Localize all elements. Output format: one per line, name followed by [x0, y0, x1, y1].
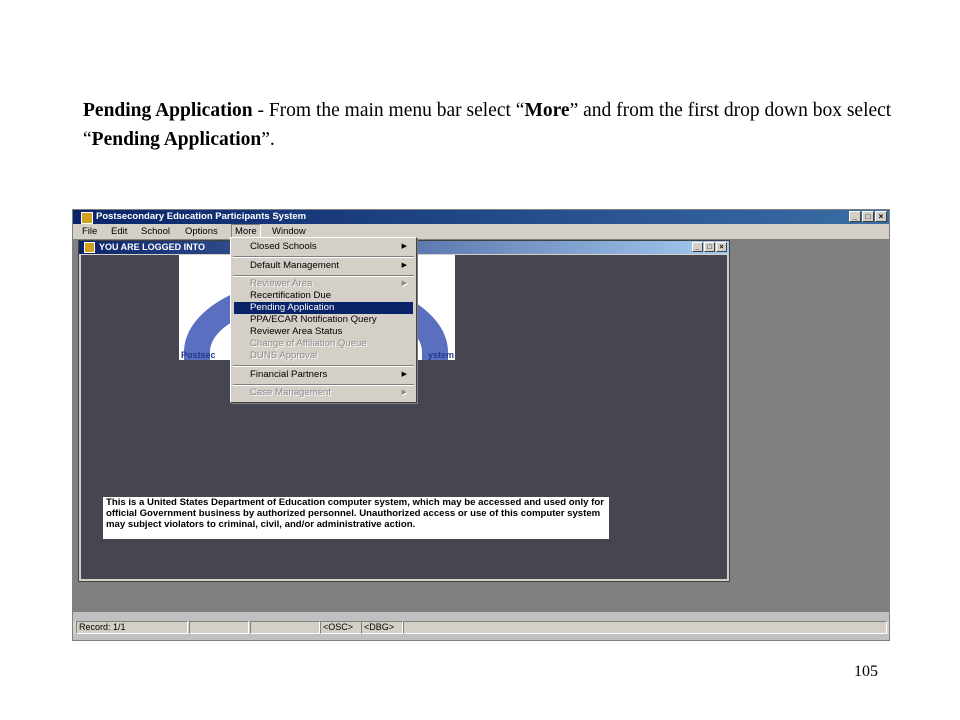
- menu-separator: [233, 256, 414, 258]
- menu-separator: [233, 275, 414, 277]
- submenu-arrow-icon: ▶: [401, 371, 407, 378]
- close-button[interactable]: ×: [875, 211, 887, 222]
- menu-item-reviewer-area: Reviewer Area ▶: [250, 278, 407, 289]
- instruction-heading: Pending Application: [83, 100, 253, 121]
- logo-text-right: ystem: [427, 350, 454, 360]
- logo-text-left: Postsec: [181, 350, 216, 360]
- menu-item-change-of-affiliation: Change of Affiliation Queue: [250, 338, 367, 349]
- status-dbg: <DBG>: [361, 621, 403, 634]
- page-number: 105: [854, 663, 878, 680]
- menu-item-financial-partners[interactable]: Financial Partners ▶: [234, 369, 413, 381]
- security-warning: This is a United States Department of Ed…: [103, 497, 609, 539]
- menu-item-recertification-due[interactable]: Recertification Due: [234, 290, 413, 302]
- instruction-more: More: [524, 100, 570, 121]
- menu-separator: [233, 365, 414, 367]
- menu-item-closed-schools[interactable]: Closed Schools ▶: [234, 241, 413, 253]
- submenu-arrow-icon: ▶: [401, 262, 407, 269]
- menu-item-ppa-ecar-query[interactable]: PPA/ECAR Notification Query: [234, 314, 413, 326]
- child-window-controls: _ □ ×: [692, 242, 727, 252]
- menu-bar: File Edit School Options More Window: [73, 224, 889, 239]
- status-cell-2: [189, 621, 249, 634]
- menu-item-reviewer-area-status[interactable]: Reviewer Area Status: [234, 326, 413, 338]
- window-controls: _ □ ×: [849, 211, 887, 223]
- status-osc: <OSC>: [320, 621, 362, 634]
- app-titlebar[interactable]: Postsecondary Education Participants Sys…: [73, 210, 889, 224]
- menu-item-case-management: Case Management ▶: [250, 387, 407, 398]
- instruction-text-1: - From the main menu bar select “: [252, 100, 525, 121]
- submenu-arrow-icon: ▶: [401, 389, 407, 396]
- menu-file[interactable]: File: [82, 224, 97, 239]
- child-window-icon: [84, 242, 95, 253]
- slide-instruction: Pending Application - From the main menu…: [83, 96, 903, 154]
- menu-item-pending-application[interactable]: Pending Application: [234, 302, 413, 314]
- minimize-button[interactable]: _: [849, 211, 861, 222]
- menu-options[interactable]: Options: [185, 224, 218, 239]
- app-window: Postsecondary Education Participants Sys…: [72, 209, 890, 641]
- child-maximize-button[interactable]: □: [704, 242, 715, 252]
- more-dropdown-menu: Closed Schools ▶ Default Management ▶ Revi…: [230, 237, 417, 403]
- submenu-arrow-icon: ▶: [401, 280, 407, 287]
- instruction-text-3: ”.: [261, 129, 275, 150]
- app-icon: [81, 212, 93, 224]
- app-title: Postsecondary Education Participants Sys…: [96, 211, 307, 222]
- status-cell-6: [403, 621, 887, 634]
- submenu-arrow-icon: ▶: [401, 243, 407, 250]
- instruction-pending: Pending Application: [91, 129, 262, 150]
- child-title: YOU ARE LOGGED INTO: [99, 242, 206, 252]
- menu-item-default-management[interactable]: Default Management ▶: [234, 260, 413, 272]
- menu-item-duns-approval: DUNS Approval: [250, 350, 318, 361]
- child-close-button[interactable]: ×: [716, 242, 727, 252]
- menu-separator: [233, 384, 414, 386]
- menu-school[interactable]: School: [141, 224, 170, 239]
- status-bar: Record: 1/1 <OSC> <DBG>: [73, 621, 889, 634]
- status-cell-3: [250, 621, 320, 634]
- status-record: Record: 1/1: [76, 621, 188, 634]
- child-minimize-button[interactable]: _: [692, 242, 703, 252]
- mdi-workspace: YOU ARE LOGGED INTO _ □ × Postsec ystem …: [73, 239, 889, 612]
- menu-edit[interactable]: Edit: [111, 224, 127, 239]
- maximize-button[interactable]: □: [862, 211, 874, 222]
